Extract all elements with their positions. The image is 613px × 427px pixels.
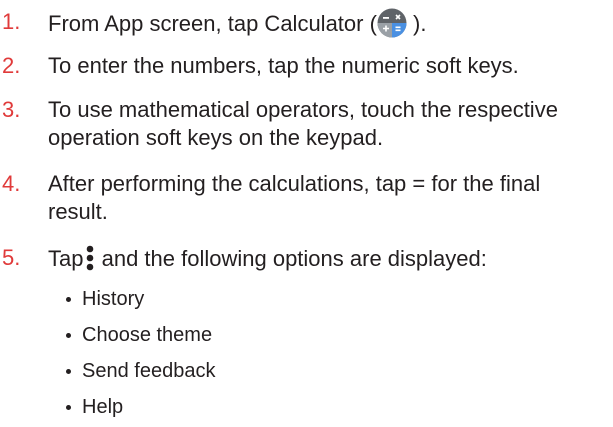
step-number: 5. [2,245,21,270]
step-text-line1: To use mathematical operators, touch the… [48,97,558,122]
bullet-icon [66,333,71,338]
step-text-end: and the following options are displayed: [95,246,487,271]
option-label: Help [82,396,124,418]
option-label: Send feedback [82,360,216,382]
option-label: Choose theme [82,324,213,346]
calculator-app-icon [377,8,407,38]
step-number: 4. [2,171,21,196]
step-text: From App screen, tap Calculator ( [48,11,377,36]
step-text-end: ). [406,11,427,36]
step-text-line2: operation soft keys on the keypad. [48,125,384,150]
option-label: History [82,288,145,310]
step-text-line2: result. [48,199,108,224]
step-text: Tap [48,246,84,271]
step-number: 2. [2,53,21,78]
bullet-icon [66,369,71,374]
more-options-icon [83,244,95,272]
bullet-icon [66,297,71,302]
step-text: To enter the numbers, tap the numeric so… [48,53,519,78]
step-text-line1: After performing the calculations, tap =… [48,171,541,196]
step-number: 3. [2,97,21,122]
step-number: 1. [2,9,21,34]
bullet-icon [66,405,71,410]
